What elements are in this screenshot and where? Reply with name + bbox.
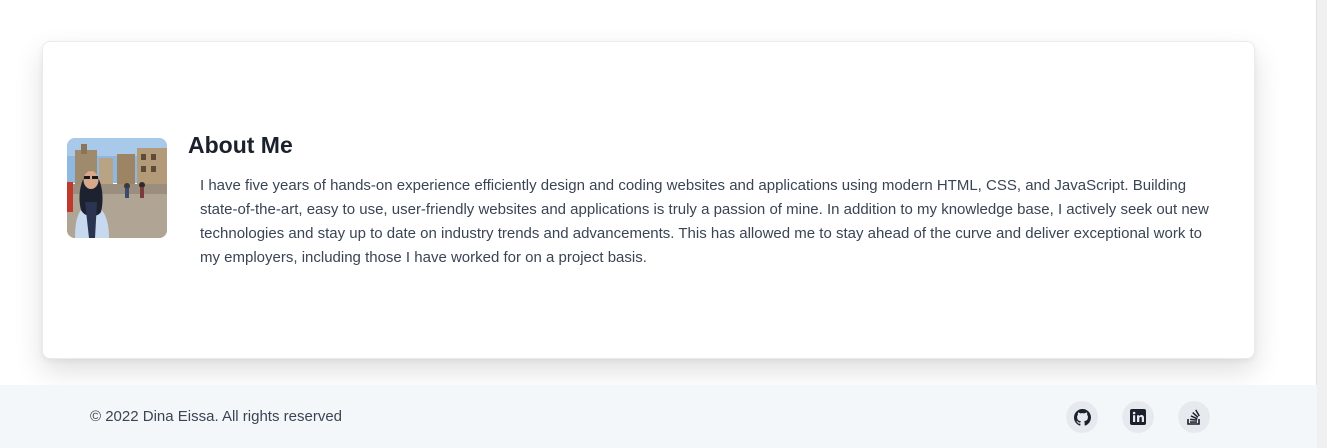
about-paragraph: I have five years of hands-on experience… bbox=[200, 177, 1209, 266]
copyright-text: © 2022 Dina Eissa. All rights reserved bbox=[90, 408, 343, 425]
footer: © 2022 Dina Eissa. All rights reserved bbox=[0, 385, 1317, 448]
about-title: About Me bbox=[188, 132, 293, 158]
page-scrollbar[interactable] bbox=[1316, 0, 1327, 448]
github-icon bbox=[1073, 408, 1091, 426]
stack-overflow-icon bbox=[1187, 409, 1200, 425]
linkedin-link[interactable] bbox=[1122, 401, 1154, 433]
github-link[interactable] bbox=[1066, 401, 1098, 433]
about-card: About Me I have five years of hands-on e… bbox=[42, 41, 1255, 359]
linkedin-icon bbox=[1130, 409, 1146, 425]
profile-photo bbox=[67, 138, 167, 238]
profile-photo-image bbox=[67, 138, 167, 238]
stack-overflow-link[interactable] bbox=[1178, 401, 1210, 433]
